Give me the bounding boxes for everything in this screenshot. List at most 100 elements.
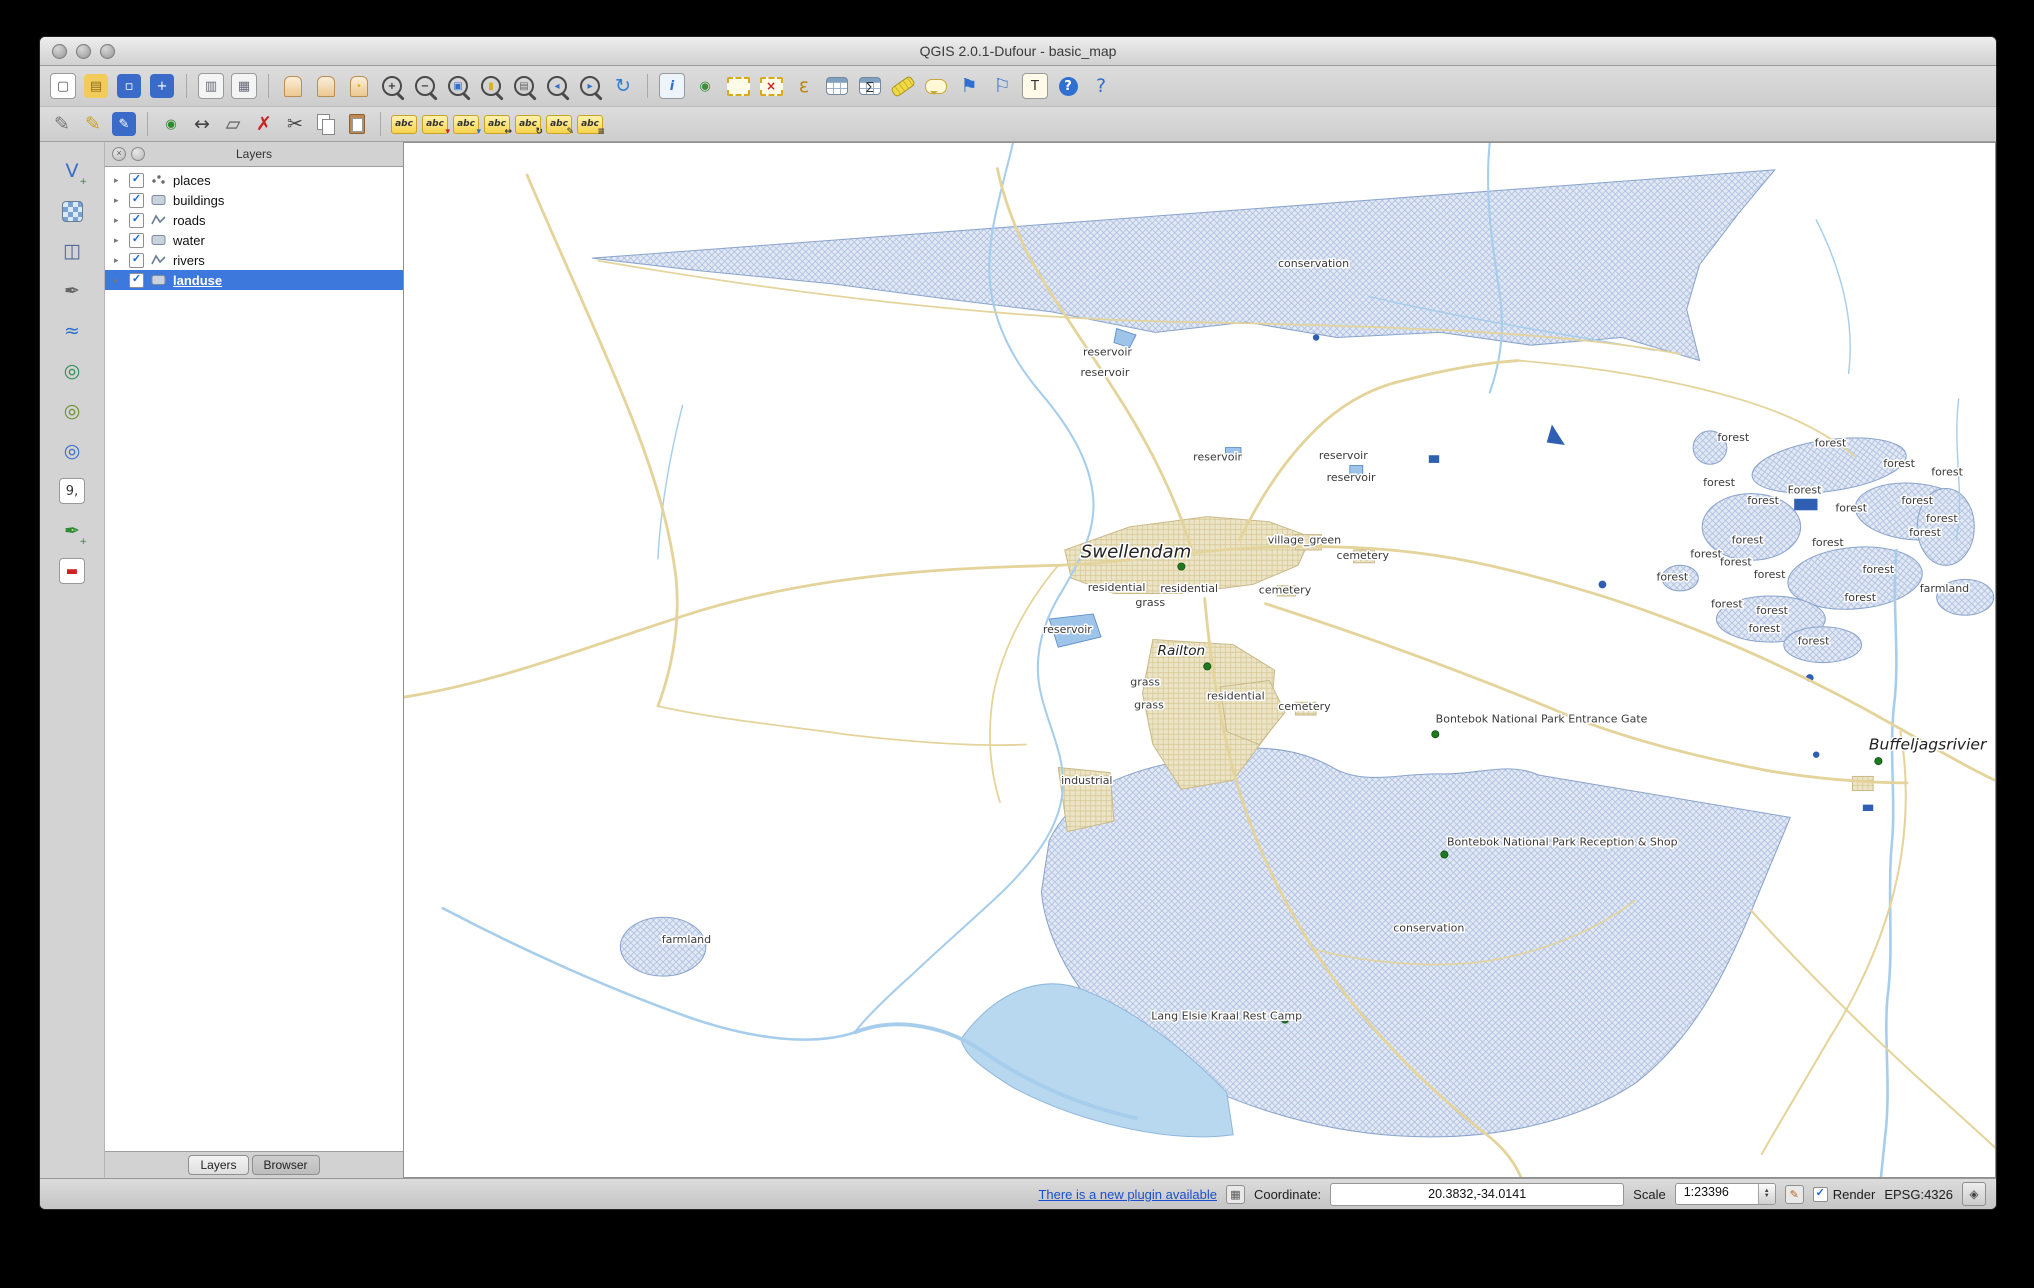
identify-features-button[interactable]: i (657, 71, 687, 101)
panel-float-button[interactable] (131, 147, 145, 161)
panel-tab-layers[interactable]: Layers (188, 1155, 249, 1175)
zoom-in-button[interactable]: + (377, 71, 407, 101)
coordinate-input[interactable] (1330, 1182, 1625, 1206)
change-label-button[interactable]: abc ✎ (545, 110, 574, 138)
toggle-editing-button[interactable]: ✎ (79, 110, 107, 138)
save-project-button[interactable]: ▫ (114, 71, 144, 101)
text-annotation-button[interactable]: T (1020, 71, 1050, 101)
highlight-pinned-labels-button[interactable]: abc ▾ (452, 110, 481, 138)
plugin-available-link[interactable]: There is a new plugin available (1038, 1187, 1217, 1202)
rotate-label-button[interactable]: abc ↻ (514, 110, 543, 138)
map-tips-button[interactable] (921, 71, 951, 101)
map-canvas[interactable]: conservation reservoir reservoir reservoir r… (403, 142, 1996, 1178)
add-feature-button[interactable]: ◉ (157, 110, 185, 138)
render-checkbox[interactable]: ✓ (1812, 1186, 1828, 1202)
panel-tab-browser[interactable]: Browser (251, 1155, 320, 1175)
cut-features-button[interactable]: ✂ (281, 110, 309, 138)
plugin-icon[interactable]: ▦ (1225, 1184, 1245, 1204)
select-by-expression-button[interactable]: ε (789, 71, 819, 101)
save-layer-edits-button[interactable]: ✎ (110, 110, 138, 138)
layer-label[interactable]: buildings (173, 193, 224, 208)
paste-features-button[interactable] (343, 110, 371, 138)
layer-visibility-checkbox[interactable]: ✓ (129, 252, 144, 268)
layer-label[interactable]: landuse (173, 273, 222, 288)
panel-close-button[interactable]: × (112, 147, 126, 161)
layer-item-buildings[interactable]: ▸ ✓ buildings (105, 190, 403, 210)
label-properties-button[interactable]: abc ≡ (576, 110, 605, 138)
layer-item-water[interactable]: ▸ ✓ water (105, 230, 403, 250)
whats-this-button[interactable]: ? (1086, 71, 1116, 101)
layer-item-roads[interactable]: ▸ ✓ roads (105, 210, 403, 230)
new-print-composer-button[interactable]: ▥ (196, 71, 226, 101)
add-raster-layer-button[interactable] (57, 196, 87, 226)
move-label-button[interactable]: abc ↔ (483, 110, 512, 138)
new-shapefile-layer-button[interactable]: ✒ + (57, 516, 87, 547)
add-wms-layer-icon: ◎ (63, 360, 81, 382)
layer-item-landuse[interactable]: ▸ ✓ landuse (105, 270, 403, 290)
zoom-out-button[interactable]: − (410, 71, 440, 101)
expand-arrow-icon[interactable]: ▸ (114, 275, 123, 286)
zoom-full-button[interactable]: ▣ (443, 71, 473, 101)
run-feature-action-button[interactable]: ◉ (690, 71, 720, 101)
layer-visibility-checkbox[interactable]: ✓ (129, 192, 144, 208)
show-bookmarks-button[interactable]: ⚐ (987, 71, 1017, 101)
labeling-options-button[interactable]: abc (390, 110, 418, 138)
map-rendering-icon[interactable]: ✎ (1784, 1184, 1804, 1204)
add-spatialite-layer-button[interactable]: ✒ (57, 276, 87, 306)
layer-item-rivers[interactable]: ▸ ✓ rivers (105, 250, 403, 270)
remove-layer-button[interactable]: ▬ (57, 556, 87, 586)
title-bar[interactable]: QGIS 2.0.1-Dufour - basic_map (40, 37, 1996, 66)
zoom-next-button[interactable]: ▸ (575, 71, 605, 101)
current-edits-button[interactable]: ✎ (48, 110, 76, 138)
move-feature-button[interactable]: ↔ (188, 110, 216, 138)
layer-label[interactable]: rivers (173, 253, 205, 268)
add-postgis-layer-button[interactable]: ◫ (57, 236, 87, 266)
save-project-as-button[interactable]: + (147, 71, 177, 101)
layer-label[interactable]: roads (173, 213, 206, 228)
expand-arrow-icon[interactable]: ▸ (114, 215, 123, 226)
add-wms-layer-button[interactable]: ◎ (57, 356, 87, 386)
add-delimited-text-layer-button[interactable]: 9, (57, 476, 87, 506)
touch-zoom-and-pan-button[interactable] (278, 71, 308, 101)
field-calculator-button[interactable]: ∑ (855, 71, 885, 101)
copy-features-button[interactable] (312, 110, 340, 138)
scale-combo-arrows-icon[interactable]: ▲ ▼ (1757, 1184, 1775, 1204)
help-contents-button[interactable]: ? (1053, 71, 1083, 101)
layer-visibility-checkbox[interactable]: ✓ (129, 212, 144, 228)
zoom-last-button[interactable]: ◂ (542, 71, 572, 101)
expand-arrow-icon[interactable]: ▸ (114, 195, 123, 206)
open-attribute-table-button[interactable] (822, 71, 852, 101)
pan-map-to-selection-button[interactable]: • (344, 71, 374, 101)
layer-label[interactable]: water (173, 233, 205, 248)
measure-line-button[interactable] (888, 71, 918, 101)
scale-combo[interactable]: 1:23396 ▲ ▼ (1674, 1183, 1776, 1205)
layer-label[interactable]: places (173, 173, 211, 188)
expand-arrow-icon[interactable]: ▸ (114, 235, 123, 246)
deselect-features-button[interactable]: × (756, 71, 786, 101)
pin-labels-button[interactable]: abc ▾ (421, 110, 450, 138)
crs-status-button[interactable]: ◈ (1962, 1182, 1986, 1206)
new-bookmark-button[interactable]: ⚑ (954, 71, 984, 101)
layer-visibility-checkbox[interactable]: ✓ (129, 232, 144, 248)
delete-selected-button[interactable]: ✗ (250, 110, 278, 138)
map-label: residential (1088, 581, 1146, 594)
add-wfs-layer-button[interactable]: ◎ (57, 436, 87, 466)
node-tool-button[interactable]: ▱ (219, 110, 247, 138)
open-project-button[interactable]: ▤ (81, 71, 111, 101)
zoom-to-layer-button[interactable]: ▤ (509, 71, 539, 101)
layer-item-places[interactable]: ▸ ✓ places (105, 170, 403, 190)
composer-manager-button[interactable]: ▦ (229, 71, 259, 101)
expand-arrow-icon[interactable]: ▸ (114, 255, 123, 266)
add-wcs-layer-button[interactable]: ◎ (57, 396, 87, 426)
expand-arrow-icon[interactable]: ▸ (114, 175, 123, 186)
pan-map-button[interactable] (311, 71, 341, 101)
zoom-to-selection-button[interactable]: ▮ (476, 71, 506, 101)
layer-visibility-checkbox[interactable]: ✓ (129, 272, 144, 288)
layer-visibility-checkbox[interactable]: ✓ (129, 172, 144, 188)
add-vector-layer-button[interactable]: V + (57, 156, 88, 187)
add-mssql-layer-button[interactable]: ≈ (57, 316, 87, 346)
refresh-map-button[interactable]: ↻ (608, 71, 638, 101)
pan-map-icon (317, 75, 335, 97)
new-project-button[interactable]: ▢ (48, 71, 78, 101)
select-features-button[interactable] (723, 71, 753, 101)
